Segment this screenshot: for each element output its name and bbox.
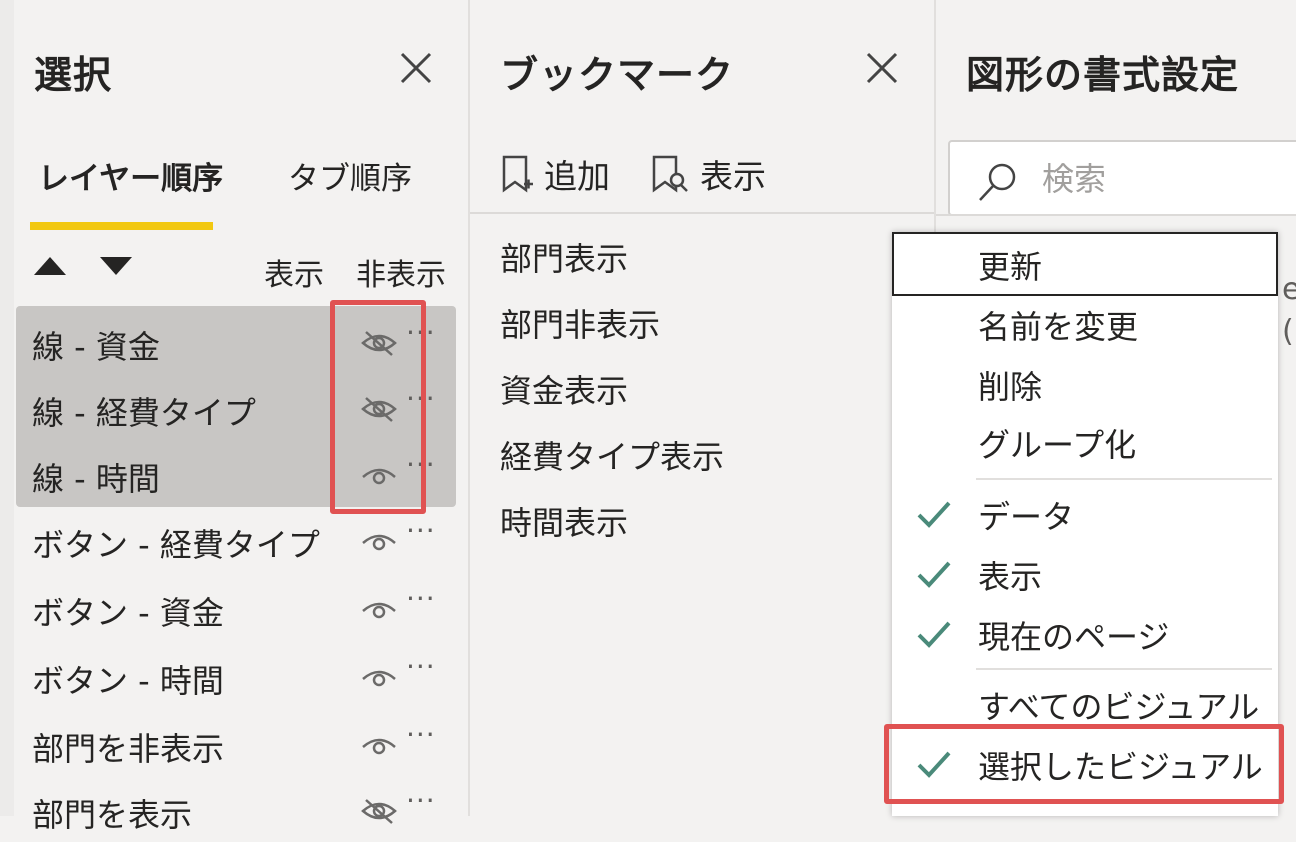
menu-item-label: すべてのビジュアル [978,688,1260,726]
bookmarks-divider [470,212,934,214]
layer-label: ボタン - 経費タイプ [32,526,320,564]
menu-focus-outline [892,232,1278,296]
close-selection-pane-button[interactable] [398,50,434,86]
layer-label: ボタン - 資金 [32,594,224,632]
search-icon [979,163,1016,201]
layer-label: ボタン - 時間 [32,662,224,700]
show-column-label: 表示 [264,258,324,293]
eye-hidden-icon[interactable] [360,796,398,826]
format-divider [936,214,1296,216]
eye-icon[interactable] [360,594,398,624]
bookmark-item[interactable]: 経費タイプ表示 [500,432,724,478]
menu-item-data[interactable]: データ [892,484,1278,542]
view-bookmark-label: 表示 [700,157,766,196]
menu-divider [976,668,1272,670]
checkmark-icon [917,501,951,528]
search-input[interactable] [1040,156,1294,202]
menu-item-label: データ [978,498,1075,536]
menu-item-delete[interactable]: 削除 [892,354,1278,412]
add-bookmark-button[interactable]: 追加 [500,150,610,198]
checkmark-icon [917,621,951,648]
menu-item-label: 更新 [978,248,1043,286]
eye-icon[interactable] [360,730,398,760]
layer-label: 線 - 経費タイプ [32,394,256,432]
menu-item-rename[interactable]: 名前を変更 [892,294,1278,352]
triangle-down-icon [100,257,132,275]
checkmark-icon [917,561,951,588]
triangle-up-icon [34,257,66,275]
selection-pane: 選択 レイヤー順序 タブ順序 表示 非表示 線 - 資金 ··· 線 - 経費タ… [0,0,466,834]
menu-divider [976,478,1272,480]
menu-item-label: 現在のページ [978,618,1170,656]
obscured-text: ( [1282,314,1294,349]
hide-column-label: 非表示 [356,258,446,293]
obscured-text: e [1282,272,1296,307]
bookmark-item[interactable]: 部門非表示 [500,300,660,346]
bookmarks-pane-title: ブックマーク [500,53,735,97]
more-options-icon[interactable]: ··· [406,650,436,683]
layer-row[interactable]: ボタン - 資金 ··· [0,574,466,640]
layer-label: 線 - 資金 [32,328,160,366]
layer-label: 部門を表示 [32,796,193,834]
tab-tab-order[interactable]: タブ順序 [288,153,412,198]
layer-label: 線 - 時間 [32,460,160,498]
bookmark-add-icon [502,155,533,193]
close-bookmarks-pane-button[interactable] [864,50,900,86]
view-bookmark-button[interactable]: 表示 [650,150,766,198]
bookmark-item[interactable]: 部門表示 [500,234,628,280]
tab-layer-order[interactable]: レイヤー順序 [38,153,223,198]
add-bookmark-label: 追加 [544,157,610,196]
layer-row[interactable]: 部門を表示 ··· [0,776,466,842]
menu-item-current-page[interactable]: 現在のページ [892,604,1278,662]
more-options-icon[interactable]: ··· [406,514,436,547]
layer-label: 部門を非表示 [32,730,225,768]
menu-item-label: グループ化 [978,426,1137,464]
move-up-button[interactable] [32,255,68,277]
eye-icon[interactable] [360,662,398,692]
selection-pane-title: 選択 [34,53,113,97]
menu-item-label: 削除 [978,368,1043,406]
bookmark-item[interactable]: 資金表示 [500,366,628,412]
layer-row[interactable]: ボタン - 時間 ··· [0,642,466,708]
move-down-button[interactable] [98,255,134,277]
bookmarks-pane: ブックマーク 追加 表示 部門表示 部門非表示 資金表示 経費タイプ表示 時間表… [468,0,934,816]
close-icon [400,52,432,84]
selected-visuals-highlight-box [884,724,1284,804]
bookmark-view-icon [652,155,688,193]
visibility-highlight-box [330,300,426,514]
menu-item-group[interactable]: グループ化 [892,412,1278,470]
more-options-icon[interactable]: ··· [406,718,436,751]
format-pane-title: 図形の書式設定 [966,53,1240,97]
eye-icon[interactable] [360,526,398,556]
menu-item-label: 表示 [978,558,1043,596]
active-tab-underline [30,222,213,230]
layer-row[interactable]: 部門を非表示 ··· [0,710,466,776]
more-options-icon[interactable]: ··· [406,784,436,817]
close-icon [866,52,898,84]
menu-item-update[interactable]: 更新 [892,232,1278,296]
search-box[interactable] [948,140,1296,216]
more-options-icon[interactable]: ··· [406,582,436,615]
bookmark-item[interactable]: 時間表示 [500,498,628,544]
menu-item-display[interactable]: 表示 [892,544,1278,602]
menu-item-label: 名前を変更 [978,308,1139,346]
layer-row[interactable]: ボタン - 経費タイプ ··· [0,506,466,572]
